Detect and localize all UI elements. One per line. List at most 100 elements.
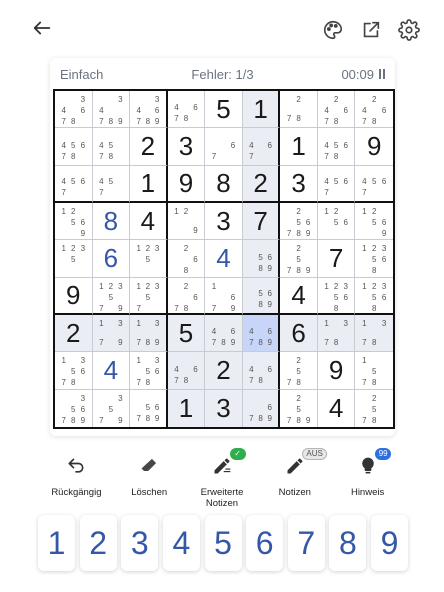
cell-r5c9[interactable]: 123568 — [355, 240, 393, 278]
number-key-5[interactable]: 5 — [204, 515, 242, 571]
advanced-notes-button[interactable]: ✓ Erweiterte Notizen — [186, 448, 259, 509]
cell-r2c9[interactable]: 9 — [355, 128, 393, 166]
cell-r4c9[interactable]: 12569 — [355, 203, 393, 241]
settings-button[interactable] — [393, 14, 425, 46]
cell-r6c2[interactable]: 12357 9 — [92, 277, 131, 315]
cell-r6c8[interactable]: 123568 — [317, 277, 356, 315]
cell-r1c1[interactable]: 3 4 6 78 — [55, 91, 93, 129]
cell-r8c3[interactable]: 1 356 78 — [130, 352, 168, 390]
cell-r2c2[interactable]: 4578 — [92, 128, 131, 166]
cell-r1c8[interactable]: 24 6 78 — [317, 91, 356, 129]
cell-r5c1[interactable]: 1235 — [55, 240, 93, 278]
cell-r9c6[interactable]: 6 789 — [242, 389, 281, 427]
cell-r7c8[interactable]: 1 3 78 — [317, 314, 356, 353]
cell-r5c7[interactable]: 25789 — [280, 240, 318, 278]
cell-r7c4[interactable]: 5 — [167, 314, 206, 353]
cell-r3c5[interactable]: 8 — [205, 165, 243, 203]
cell-r7c1[interactable]: 2 — [55, 314, 93, 353]
cell-r2c5[interactable]: 67 — [205, 128, 243, 166]
cell-r8c5[interactable]: 2 — [205, 352, 243, 390]
cell-r8c1[interactable]: 1 356 78 — [55, 352, 93, 390]
number-key-6[interactable]: 6 — [246, 515, 284, 571]
cell-r3c4[interactable]: 9 — [167, 165, 206, 203]
cell-r4c5[interactable]: 3 — [205, 202, 243, 241]
cell-r8c6[interactable]: 4 6 78 — [242, 352, 281, 390]
cell-r2c7[interactable]: 1 — [280, 128, 318, 166]
cell-r5c8[interactable]: 7 — [317, 240, 356, 278]
cell-r9c4[interactable]: 1 — [167, 389, 206, 427]
cell-r3c7[interactable]: 3 — [280, 165, 318, 203]
cell-r5c5[interactable]: 4 — [205, 240, 243, 278]
cell-r7c9[interactable]: 1 3 78 — [355, 314, 393, 353]
cell-r4c8[interactable]: 1256 — [317, 202, 356, 241]
cell-r1c6[interactable]: 1 — [242, 91, 281, 129]
cell-r9c1[interactable]: 356 789 — [55, 389, 93, 427]
number-key-7[interactable]: 7 — [287, 515, 325, 571]
cell-r1c4[interactable]: 4 6 78 — [167, 91, 206, 129]
cell-r4c4[interactable]: 129 — [167, 202, 206, 241]
cell-r8c4[interactable]: 4 6 78 — [167, 352, 206, 390]
cell-r3c8[interactable]: 456 7 — [317, 165, 356, 203]
cell-r4c6[interactable]: 7 — [242, 202, 281, 241]
cell-r7c6[interactable]: 4 6 789 — [242, 314, 281, 353]
cell-r4c3[interactable]: 4 — [130, 202, 168, 241]
cell-r5c3[interactable]: 1235 — [130, 240, 168, 278]
cell-r2c3[interactable]: 2 — [130, 128, 168, 166]
cell-r2c4[interactable]: 3 — [167, 128, 206, 166]
cell-r1c9[interactable]: 24 6 78 — [355, 91, 393, 129]
cell-r5c2[interactable]: 6 — [92, 240, 131, 278]
number-key-2[interactable]: 2 — [79, 515, 117, 571]
cell-r7c3[interactable]: 1 3 789 — [130, 314, 168, 353]
cell-r2c1[interactable]: 456 78 — [55, 128, 93, 166]
cell-r9c3[interactable]: 56 789 — [130, 389, 168, 427]
cell-r6c1[interactable]: 9 — [55, 277, 93, 315]
cell-r9c2[interactable]: 357 9 — [93, 389, 131, 427]
number-key-8[interactable]: 8 — [329, 515, 367, 571]
number-key-3[interactable]: 3 — [121, 515, 159, 571]
number-key-4[interactable]: 4 — [162, 515, 200, 571]
cell-r1c3[interactable]: 3 4 6 789 — [130, 91, 168, 129]
cell-r2c8[interactable]: 456 78 — [317, 128, 356, 166]
cell-r9c5[interactable]: 3 — [205, 389, 243, 427]
cell-r1c5[interactable]: 5 — [205, 91, 243, 129]
cell-r1c2[interactable]: 3 4 789 — [92, 91, 131, 129]
cell-r9c7[interactable]: 25789 — [280, 389, 318, 427]
cell-r3c9[interactable]: 456 7 — [355, 166, 393, 203]
cell-r2c6[interactable]: 4 6 7 — [242, 128, 281, 166]
cell-r3c1[interactable]: 456 7 — [55, 165, 93, 203]
cell-r8c7[interactable]: 2578 — [280, 352, 318, 390]
cell-r8c2[interactable]: 4 — [92, 352, 131, 390]
cell-r7c2[interactable]: 1 3 7 9 — [92, 314, 131, 353]
number-key-1[interactable]: 1 — [38, 515, 75, 571]
cell-r8c8[interactable]: 9 — [317, 352, 356, 390]
open-external-button[interactable] — [355, 14, 387, 46]
hint-button[interactable]: 99 Hinweis — [331, 448, 404, 504]
cell-r8c9[interactable]: 1578 — [355, 352, 393, 390]
cell-r7c7[interactable]: 6 — [280, 314, 318, 353]
cell-r4c7[interactable]: 256 789 — [280, 202, 318, 241]
cell-r3c3[interactable]: 1 — [130, 165, 168, 203]
cell-r6c7[interactable]: 4 — [280, 277, 318, 315]
cell-r3c2[interactable]: 457 — [92, 165, 131, 203]
timer[interactable]: 00:09 — [341, 67, 385, 82]
cell-r3c6[interactable]: 2 — [242, 165, 281, 203]
cell-r5c4[interactable]: 268 — [167, 240, 206, 278]
number-key-9[interactable]: 9 — [371, 515, 408, 571]
cell-r6c9[interactable]: 123568 — [355, 278, 393, 315]
cell-r6c6[interactable]: 5689 — [242, 277, 281, 315]
cell-r4c1[interactable]: 12569 — [55, 202, 93, 241]
cell-r9c9[interactable]: 2578 — [355, 390, 393, 427]
cell-r4c2[interactable]: 8 — [92, 202, 131, 241]
cell-r9c8[interactable]: 4 — [318, 389, 356, 427]
cell-r5c6[interactable]: 5689 — [242, 240, 281, 278]
cell-r6c4[interactable]: 26 78 — [167, 277, 206, 315]
notes-button[interactable]: AUS Notizen — [258, 448, 331, 504]
cell-r6c3[interactable]: 12357 — [130, 277, 168, 315]
erase-button[interactable]: Löschen — [113, 448, 186, 504]
cell-r7c5[interactable]: 4 6 789 — [205, 314, 243, 353]
pause-icon[interactable] — [379, 69, 385, 79]
back-button[interactable] — [26, 12, 58, 44]
cell-r1c7[interactable]: 2 78 — [280, 91, 318, 129]
theme-button[interactable] — [317, 14, 349, 46]
cell-r6c5[interactable]: 1679 — [205, 277, 243, 315]
